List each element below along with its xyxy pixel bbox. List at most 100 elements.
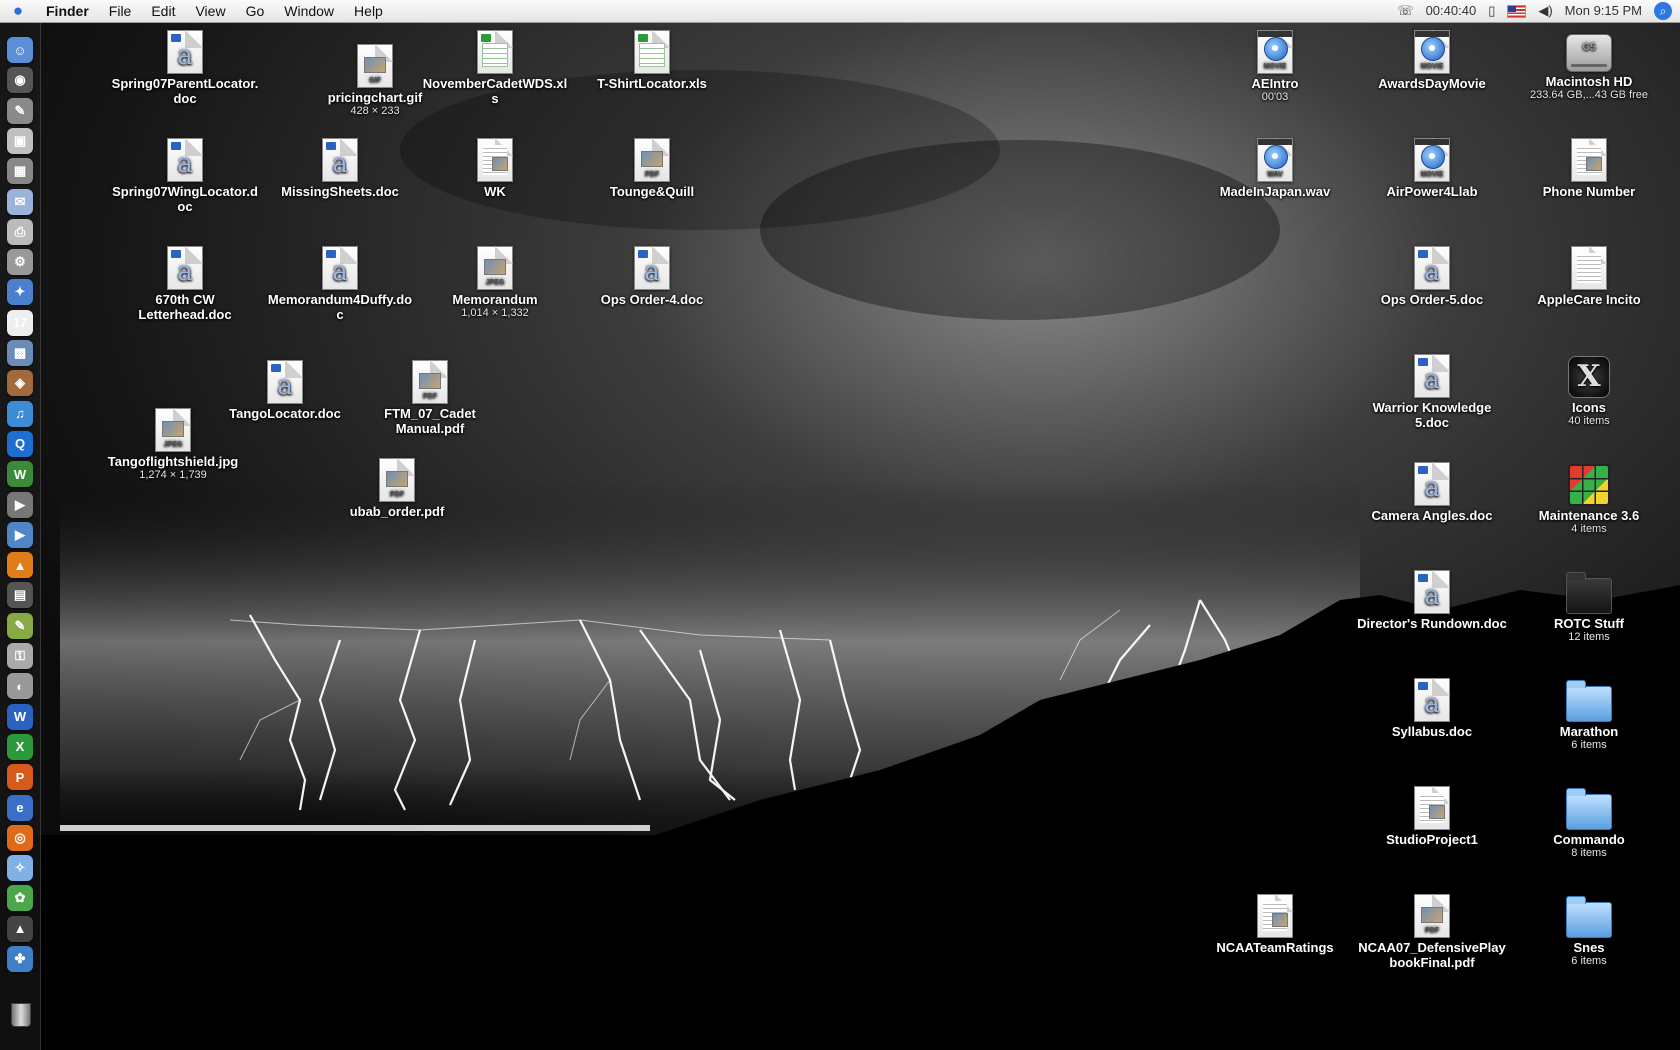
- desktop-item[interactable]: a Ops Order-5.doc: [1357, 246, 1507, 307]
- desktop-item[interactable]: JPEG Tangoflightshield.jpg 1,274 × 1,739: [98, 408, 248, 482]
- desktop-item[interactable]: G5 Macintosh HD 233.64 GB,...43 GB free: [1514, 30, 1664, 102]
- desktop-item-info: 6 items: [1571, 739, 1607, 751]
- desktop-item-info: 1,274 × 1,739: [139, 469, 207, 481]
- desktop-item[interactable]: Marathon 6 items: [1514, 678, 1664, 752]
- menu-edit[interactable]: Edit: [141, 0, 185, 22]
- timer-readout[interactable]: 00:40:40: [1426, 0, 1477, 22]
- desktop-item[interactable]: a Camera Angles.doc: [1357, 462, 1507, 523]
- desktop-item[interactable]: PDF Tounge&Quill: [577, 138, 727, 199]
- trash-icon[interactable]: [11, 1003, 31, 1027]
- dock-disk-utility-icon[interactable]: ◐: [7, 673, 33, 700]
- dock-internet-explorer-icon[interactable]: e: [7, 794, 33, 821]
- desktop-item[interactable]: AppleCare Incito: [1514, 246, 1664, 307]
- desktop-item[interactable]: Commando 8 items: [1514, 786, 1664, 860]
- desktop-item-label: Memorandum: [452, 292, 538, 307]
- dock-burn-icon[interactable]: ✿: [7, 885, 33, 912]
- menu-view[interactable]: View: [185, 0, 235, 22]
- menu-help[interactable]: Help: [344, 0, 393, 22]
- desktop-item[interactable]: a Director's Rundown.doc: [1357, 570, 1507, 631]
- desktop-item-label: Memorandum4Duffy.doc: [267, 292, 413, 322]
- desktop-item[interactable]: MOVIE AEIntro 00'03: [1200, 30, 1350, 104]
- desktop-item[interactable]: NCAATeamRatings: [1200, 894, 1350, 955]
- apple-icon[interactable]: ●: [0, 1, 36, 21]
- desktop-item-label: NCAA07_DefensivePlaybookFinal.pdf: [1358, 940, 1506, 970]
- dock-calculator-icon[interactable]: ▦: [7, 158, 33, 185]
- desktop-item[interactable]: ROTC Stuff 12 items: [1514, 570, 1664, 644]
- desktop-item[interactable]: Snes 6 items: [1514, 894, 1664, 968]
- desktop-item-info: 233.64 GB,...43 GB free: [1529, 89, 1648, 101]
- desktop-item[interactable]: MOVIE AirPower4Llab: [1357, 138, 1507, 199]
- sync-icon[interactable]: ▯: [1488, 0, 1495, 22]
- gif-document-icon: GIF: [357, 44, 393, 88]
- dock-text-edit-icon[interactable]: ✎: [7, 612, 33, 639]
- desktop-item[interactable]: a MissingSheets.doc: [265, 138, 415, 199]
- rubiks-cube-icon: [1568, 464, 1610, 506]
- desktop-item[interactable]: a Warrior Knowledge 5.doc: [1357, 354, 1507, 430]
- desktop-item[interactable]: a 670th CW Letterhead.doc: [110, 246, 260, 322]
- desktop-item[interactable]: a Syllabus.doc: [1357, 678, 1507, 739]
- desktop-item[interactable]: WK: [420, 138, 570, 199]
- dock-quicktime-icon[interactable]: Q: [7, 430, 33, 457]
- desktop-item-label: Ops Order-5.doc: [1380, 292, 1484, 307]
- desktop-item[interactable]: X Icons 40 items: [1514, 354, 1664, 428]
- dock-iphoto-icon[interactable]: ▩: [7, 340, 33, 366]
- dock-safari-bookmarks-icon[interactable]: ✦: [7, 279, 33, 306]
- desktop-item-label: MadeInJapan.wav: [1219, 184, 1331, 199]
- desktop-item[interactable]: MOVIE AwardsDayMovie: [1357, 30, 1507, 91]
- menu-go[interactable]: Go: [236, 0, 275, 22]
- dock-firefox-icon[interactable]: ◎: [7, 824, 33, 851]
- dock-preview-icon[interactable]: ▣: [7, 127, 33, 154]
- desktop-item[interactable]: T-ShirtLocator.xls: [577, 30, 727, 91]
- menu-window[interactable]: Window: [274, 0, 344, 22]
- dock-itunes-icon[interactable]: ♫: [7, 400, 33, 427]
- desktop-item-label: Macintosh HD: [1545, 74, 1633, 89]
- menu-file[interactable]: File: [99, 0, 142, 22]
- desktop-item-label: MissingSheets.doc: [281, 184, 399, 199]
- desktop-item[interactable]: PDF ubab_order.pdf: [322, 458, 472, 519]
- spotlight-icon[interactable]: ⌕: [1654, 2, 1672, 20]
- desktop-item[interactable]: a Spring07WingLocator.doc: [110, 138, 260, 214]
- desktop-item[interactable]: NovemberCadetWDS.xls: [420, 30, 570, 106]
- dock-media-player-icon[interactable]: ▶: [7, 521, 33, 548]
- dock-automator-icon[interactable]: ✎: [7, 97, 33, 124]
- desktop-item[interactable]: PDF NCAA07_DefensivePlaybookFinal.pdf: [1357, 894, 1507, 970]
- dock-clapboard-icon[interactable]: ▤: [7, 582, 33, 609]
- folder-icon: [1566, 788, 1612, 830]
- word-document-icon: a: [1414, 570, 1450, 614]
- flag-icon[interactable]: [1507, 4, 1527, 18]
- desktop-item[interactable]: WAV MadeInJapan.wav: [1200, 138, 1350, 199]
- dock-powerpoint-icon[interactable]: P: [7, 764, 33, 791]
- dock-dashboard-icon[interactable]: ◉: [7, 67, 33, 94]
- dock-mail-icon[interactable]: ✉: [7, 188, 33, 215]
- dock-word-icon[interactable]: W: [7, 703, 33, 730]
- dock-printer-icon[interactable]: ⎙: [7, 218, 33, 245]
- desktop-item-info: 1,014 × 1,332: [461, 307, 529, 319]
- dock-ical-icon[interactable]: 17: [7, 309, 33, 336]
- desktop-item[interactable]: a Memorandum4Duffy.doc: [265, 246, 415, 322]
- dock-system-preferences-icon[interactable]: ⚙: [7, 249, 33, 276]
- desktop-item-label: Camera Angles.doc: [1371, 508, 1493, 523]
- dock-dvd-player-icon[interactable]: ▶: [7, 491, 33, 518]
- menu-clock[interactable]: Mon 9:15 PM: [1565, 0, 1642, 22]
- dock-safari-icon[interactable]: ✧: [7, 855, 33, 882]
- dock-network-icon[interactable]: ✤: [7, 946, 33, 972]
- dock-finder-icon[interactable]: ☺: [7, 37, 33, 63]
- dock-photo-booth-icon[interactable]: ◈: [7, 370, 33, 397]
- dock-keychain-icon[interactable]: ⚿: [7, 643, 33, 669]
- dock-vlc-icon[interactable]: ▲: [7, 552, 33, 579]
- desktop-item[interactable]: a Spring07ParentLocator.doc: [110, 30, 260, 106]
- desktop-item[interactable]: PDF FTM_07_Cadet Manual.pdf: [355, 360, 505, 436]
- word-document-icon: a: [167, 246, 203, 290]
- desktop-item[interactable]: Maintenance 3.6 4 items: [1514, 462, 1664, 536]
- volume-icon[interactable]: ◀): [1538, 0, 1552, 22]
- dock-excel-icon[interactable]: X: [7, 733, 33, 760]
- desktop-item[interactable]: Phone Number: [1514, 138, 1664, 199]
- dock-flip4mac-icon[interactable]: W: [7, 461, 33, 488]
- dock-witch-icon[interactable]: ▲: [7, 915, 33, 942]
- menu-finder[interactable]: Finder: [36, 0, 99, 22]
- desktop-item-label: Maintenance 3.6: [1538, 508, 1640, 523]
- desktop-item[interactable]: a Ops Order-4.doc: [577, 246, 727, 307]
- phone-icon[interactable]: ☏: [1397, 0, 1413, 22]
- desktop-item[interactable]: StudioProject1: [1357, 786, 1507, 847]
- desktop-item[interactable]: JPEG Memorandum 1,014 × 1,332: [420, 246, 570, 320]
